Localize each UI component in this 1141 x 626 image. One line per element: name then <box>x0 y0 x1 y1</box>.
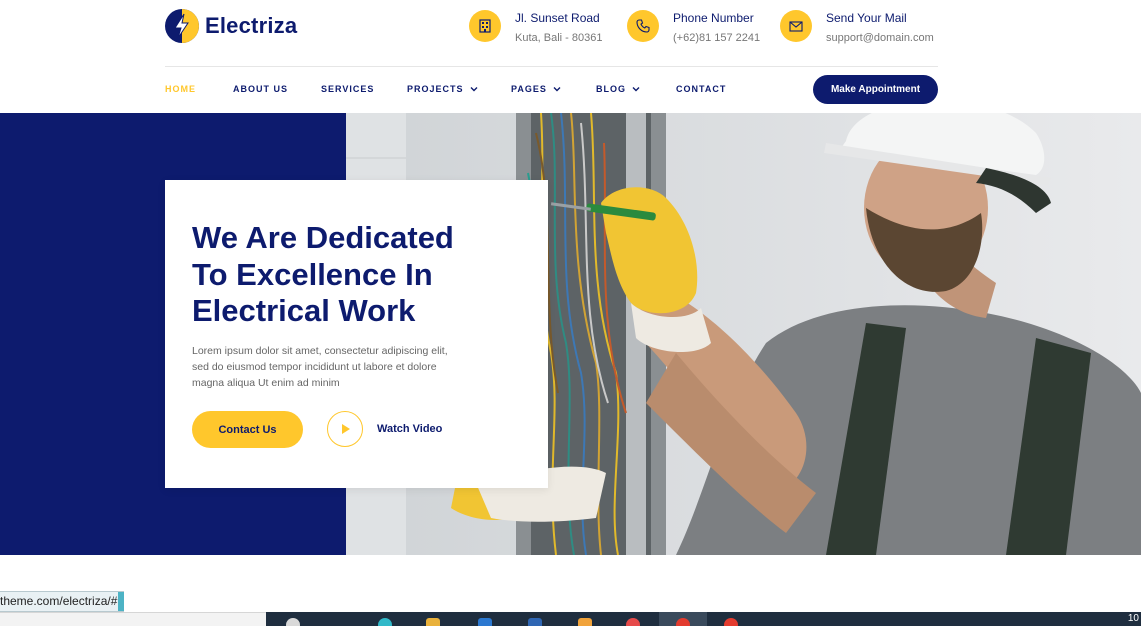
chevron-down-icon <box>470 87 478 92</box>
nav-blog[interactable]: BLOG <box>596 84 640 94</box>
address-title: Jl. Sunset Road <box>515 11 600 25</box>
logo[interactable]: Electriza <box>165 9 297 43</box>
mail-detail[interactable]: support@domain.com <box>826 30 934 46</box>
lightning-logo-icon <box>165 9 199 43</box>
make-appointment-button[interactable]: Make Appointment <box>813 75 938 104</box>
chevron-down-icon <box>632 87 640 92</box>
play-icon <box>342 424 350 434</box>
nav-about-us[interactable]: ABOUT US <box>233 84 288 94</box>
phone-icon <box>627 10 659 42</box>
nav-services[interactable]: SERVICES <box>321 84 374 94</box>
address-info: Jl. Sunset Road Kuta, Bali - 80361 <box>469 10 602 46</box>
phone-title: Phone Number <box>673 11 754 25</box>
mail-title: Send Your Mail <box>826 11 907 25</box>
contact-us-button[interactable]: Contact Us <box>192 411 303 448</box>
page: Electriza Jl. Sunset Road Kuta, Bali - 8… <box>0 0 1141 626</box>
taskbar-active-app[interactable] <box>659 612 707 626</box>
nav-projects[interactable]: PROJECTS <box>407 84 478 94</box>
watch-video-link[interactable]: Watch Video <box>377 423 442 435</box>
taskbar-search-area[interactable] <box>0 612 266 626</box>
phone-info: Phone Number (+62)81 157 2241 <box>627 10 760 46</box>
brand-name: Electriza <box>205 13 298 38</box>
hero-heading: We Are Dedicated To Excellence In Electr… <box>192 220 454 328</box>
play-video-button[interactable] <box>327 411 363 447</box>
hero-description: Lorem ipsum dolor sit amet, consectetur … <box>192 345 448 389</box>
mail-info: Send Your Mail support@domain.com <box>780 10 934 46</box>
nav-contact[interactable]: CONTACT <box>676 84 726 94</box>
header-divider <box>165 66 938 67</box>
folder-icon[interactable] <box>426 618 440 626</box>
search-icon[interactable] <box>286 618 300 626</box>
taskbar: 10 <box>266 612 1141 626</box>
nav-pages[interactable]: PAGES <box>511 84 561 94</box>
chrome-icon <box>676 618 690 626</box>
hero-card: We Are Dedicated To Excellence In Electr… <box>165 180 548 488</box>
vlc-icon[interactable] <box>578 618 592 626</box>
taskbar-clock: 10 <box>1127 613 1139 624</box>
edge-browser-icon[interactable] <box>378 618 392 626</box>
address-detail: Kuta, Bali - 80361 <box>515 32 603 44</box>
building-icon <box>469 10 501 42</box>
store-icon[interactable] <box>478 618 492 626</box>
app-icon[interactable] <box>528 618 542 626</box>
app-icon[interactable] <box>626 618 640 626</box>
chevron-down-icon <box>553 87 561 92</box>
opera-icon[interactable] <box>724 618 738 626</box>
mail-icon <box>780 10 812 42</box>
status-bar-url: theme.com/electriza/# <box>0 591 125 612</box>
phone-detail: (+62)81 157 2241 <box>673 32 761 44</box>
nav-home[interactable]: HOME <box>165 84 196 94</box>
